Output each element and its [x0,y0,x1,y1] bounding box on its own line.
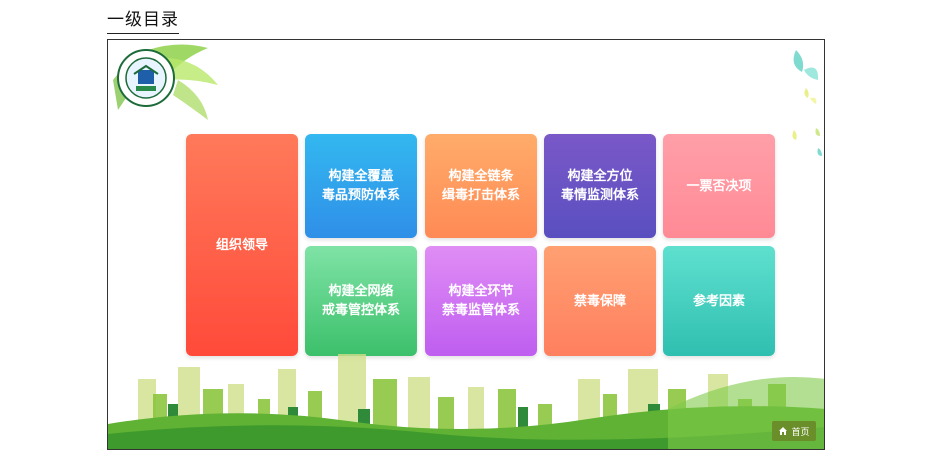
organization-logo [117,49,175,107]
tile-label: 参考因素 [692,293,745,309]
home-label: 首页 [791,427,810,438]
tile-label: 戒毒管控体系 [321,303,400,318]
tile-enforcement-system[interactable]: 构建全链条 缉毒打击体系 [425,134,537,238]
tile-leadership[interactable]: 组织领导 [186,134,298,356]
main-panel: 组织领导 构建全覆盖 毒品预防体系 构建全链条 缉毒打击体系 构建全方位 毒情监… [107,39,825,450]
tile-label: 禁毒保障 [573,293,626,309]
tile-label: 构建全链条 [448,169,514,184]
tile-label: 构建全覆盖 [328,169,394,184]
tile-reference-factors[interactable]: 参考因素 [663,246,775,356]
tile-label: 一票否决项 [686,178,752,194]
tile-label: 构建全网络 [328,284,394,299]
tile-label: 构建全方位 [567,169,633,184]
tile-support[interactable]: 禁毒保障 [544,246,656,356]
tile-label: 缉毒打击体系 [441,188,520,203]
tile-rehab-control-system[interactable]: 构建全网络 戒毒管控体系 [305,246,417,356]
tile-label: 毒品预防体系 [321,188,400,203]
home-icon [779,427,788,435]
tile-label: 毒情监测体系 [560,188,639,203]
tile-supervision-system[interactable]: 构建全环节 禁毒监管体系 [425,246,537,356]
tile-monitoring-system[interactable]: 构建全方位 毒情监测体系 [544,134,656,238]
tile-veto-items[interactable]: 一票否决项 [663,134,775,238]
page-title: 一级目录 [107,5,179,34]
home-button[interactable]: 首页 [772,421,816,441]
city-skyline-illustration [108,354,824,449]
tile-label: 构建全环节 [448,284,514,299]
tile-prevention-system[interactable]: 构建全覆盖 毒品预防体系 [305,134,417,238]
tile-label: 组织领导 [215,237,268,253]
tile-label: 禁毒监管体系 [441,303,520,318]
